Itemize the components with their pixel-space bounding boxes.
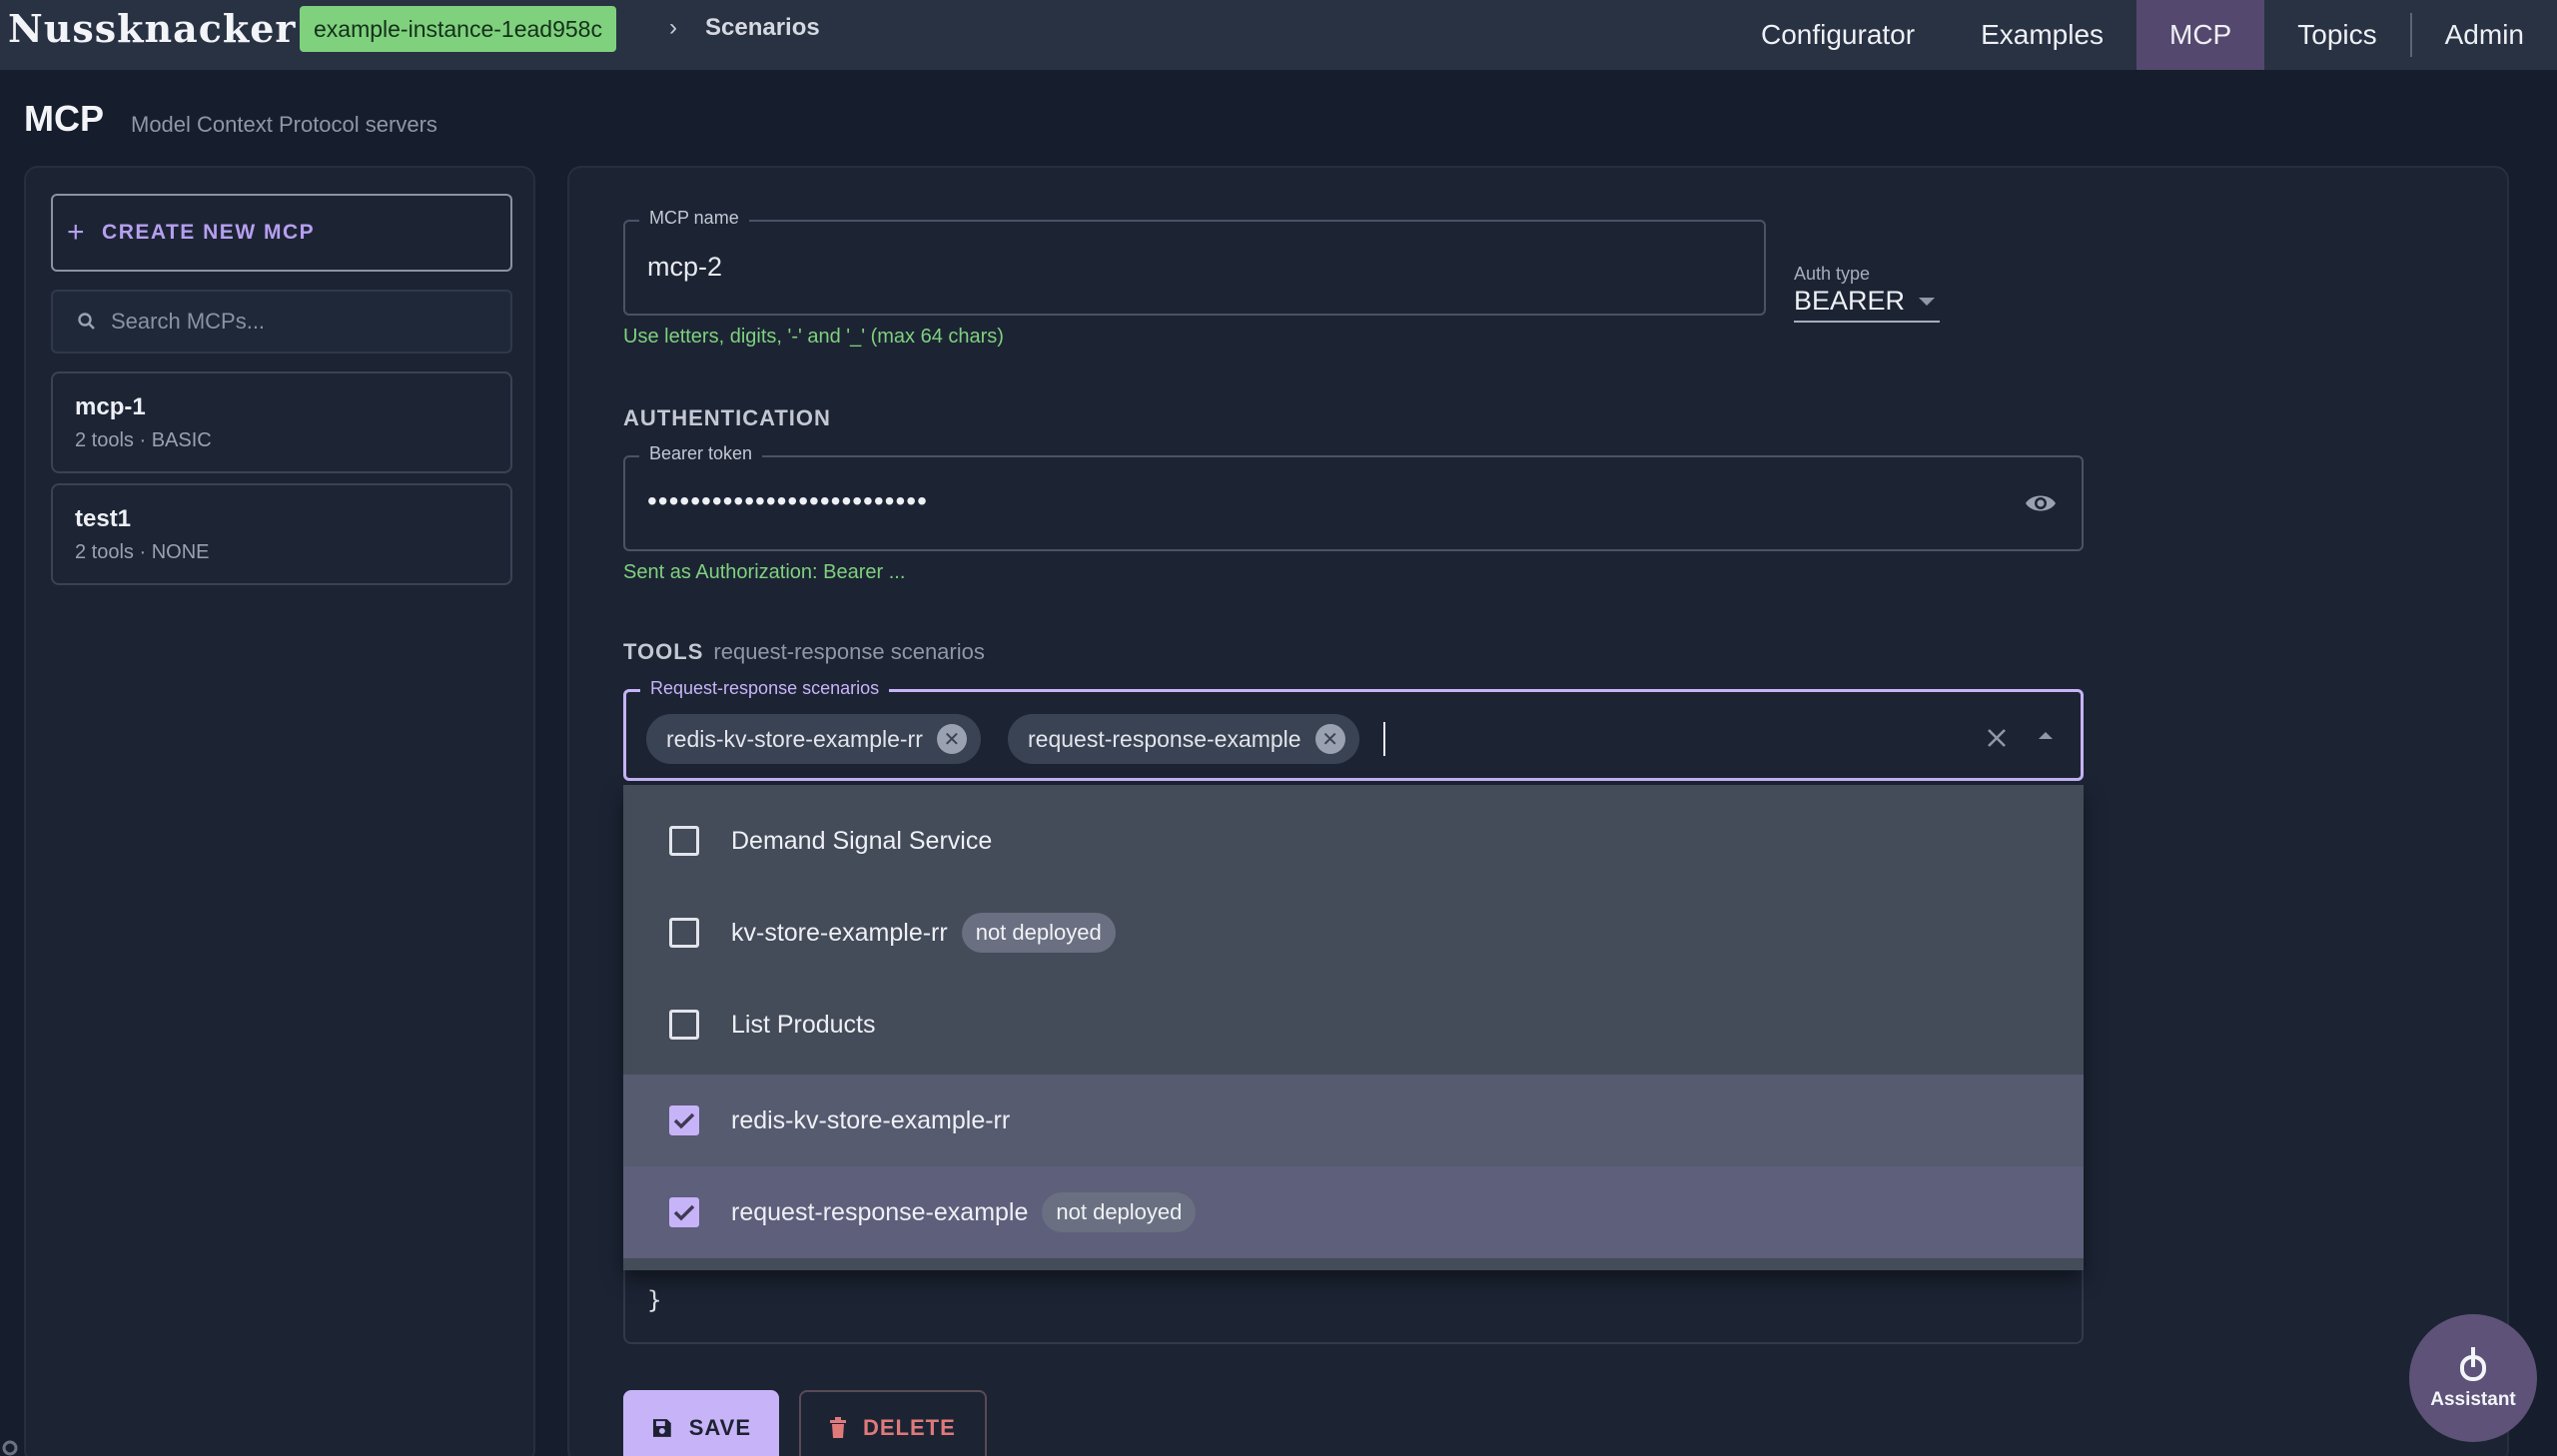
page-title: MCP xyxy=(24,98,104,139)
mcp-list-item[interactable]: mcp-1 2 tools · BASIC xyxy=(51,371,512,473)
checkbox-checked[interactable] xyxy=(669,1105,699,1135)
gear-icon[interactable] xyxy=(2,1434,24,1456)
bearer-token-label: Bearer token xyxy=(639,443,763,464)
tools-heading-label: TOOLS xyxy=(623,639,704,664)
mcp-name-field[interactable]: MCP name mcp-2 xyxy=(623,208,1766,316)
option-item-selected[interactable]: request-response-example not deployed xyxy=(623,1166,2084,1258)
option-label: List Products xyxy=(731,1010,876,1039)
auth-type-value: BEARER xyxy=(1794,286,1906,316)
tools-subheading: request-response scenarios xyxy=(713,639,985,664)
nav-examples[interactable]: Examples xyxy=(1948,0,2136,70)
breadcrumb-separator: › xyxy=(669,14,677,41)
trash-icon xyxy=(830,1417,846,1438)
checkbox[interactable] xyxy=(669,918,699,948)
mcp-name-value: mcp-2 xyxy=(647,252,723,282)
bearer-token-field[interactable]: Bearer token •••••••••••••••••••••••••• xyxy=(623,443,2084,551)
assistant-label: Assistant xyxy=(2430,1389,2516,1410)
auth-type-select[interactable]: BEARER xyxy=(1794,286,1940,323)
checkbox[interactable] xyxy=(669,1010,699,1040)
mcp-item-name: mcp-1 xyxy=(75,393,146,420)
scenarios-autocomplete[interactable]: Request-response scenarios redis-kv-stor… xyxy=(623,678,2084,781)
option-item[interactable]: Demand Signal Service xyxy=(623,795,2084,887)
authentication-heading: AUTHENTICATION xyxy=(623,405,831,430)
option-label: request-response-example xyxy=(731,1197,1029,1226)
assistant-button[interactable]: Assistant xyxy=(2409,1314,2537,1442)
option-item-selected[interactable]: redis-kv-store-example-rr xyxy=(623,1075,2084,1166)
mcp-list-item[interactable]: test1 2 tools · NONE xyxy=(51,483,512,585)
option-label: Demand Signal Service xyxy=(731,826,993,855)
page-subtitle: Model Context Protocol servers xyxy=(131,112,437,137)
scenario-chip-label: redis-kv-store-example-rr xyxy=(666,725,923,752)
text-cursor xyxy=(1383,722,1385,756)
chevron-down-icon xyxy=(1919,297,1936,306)
scenarios-label: Request-response scenarios xyxy=(640,678,890,699)
mcp-item-meta: 2 tools · BASIC xyxy=(75,429,212,451)
mcp-item-meta: 2 tools · NONE xyxy=(75,541,210,563)
app-logo[interactable]: Nussknacker xyxy=(8,6,296,51)
breadcrumb-scenarios[interactable]: Scenarios xyxy=(705,14,820,42)
scenario-chip[interactable]: redis-kv-store-example-rr ✕ xyxy=(646,714,981,764)
close-icon[interactable]: ✕ xyxy=(936,724,967,754)
save-icon xyxy=(652,1419,671,1437)
bearer-token-helper: Sent as Authorization: Bearer ... xyxy=(623,561,906,583)
instance-badge: example-instance-1ead958c xyxy=(300,6,616,52)
delete-button[interactable]: DELETE xyxy=(799,1390,987,1456)
option-label: kv-store-example-rr xyxy=(731,918,948,947)
scenario-chip-label: request-response-example xyxy=(1028,725,1301,752)
mcp-name-helper: Use letters, digits, '-' and '_' (max 64… xyxy=(623,326,1004,348)
create-new-mcp-button[interactable]: + CREATE NEW MCP xyxy=(51,194,512,272)
close-icon[interactable]: ✕ xyxy=(1314,724,1345,754)
scenario-chip[interactable]: request-response-example ✕ xyxy=(1008,714,1359,764)
not-deployed-badge: not deployed xyxy=(961,913,1116,953)
tools-heading: TOOLS request-response scenarios xyxy=(623,639,985,665)
bearer-token-value: •••••••••••••••••••••••••• xyxy=(647,485,928,516)
option-label: redis-kv-store-example-rr xyxy=(731,1105,1011,1134)
create-new-mcp-label: CREATE NEW MCP xyxy=(102,221,316,244)
search-input[interactable] xyxy=(111,309,490,335)
nav-topics[interactable]: Topics xyxy=(2264,0,2409,70)
search-box xyxy=(51,290,512,354)
mcp-name-label: MCP name xyxy=(639,208,749,229)
config-preview: } xyxy=(623,1258,2084,1344)
checkbox[interactable] xyxy=(669,826,699,856)
mcp-sidebar: + CREATE NEW MCP mcp-1 2 tools · BASIC t… xyxy=(24,166,535,1456)
search-icon xyxy=(78,313,95,330)
plus-icon: + xyxy=(67,216,87,249)
nav-configurator[interactable]: Configurator xyxy=(1728,0,1948,70)
top-bar: Nussknacker example-instance-1ead958c › … xyxy=(0,0,2557,70)
save-label: SAVE xyxy=(688,1415,751,1440)
check-icon xyxy=(673,1204,695,1221)
clear-icon[interactable] xyxy=(1985,726,2009,750)
eye-icon[interactable] xyxy=(2024,491,2058,515)
scenario-options-list: Demand Signal Service kv-store-example-r… xyxy=(623,785,2084,1270)
main-nav: Configurator Examples MCP Topics Admin xyxy=(1728,0,2557,70)
delete-label: DELETE xyxy=(863,1415,956,1440)
option-item[interactable]: kv-store-example-rr not deployed xyxy=(623,887,2084,979)
chevron-up-icon[interactable] xyxy=(2037,730,2055,742)
save-button[interactable]: SAVE xyxy=(623,1390,779,1456)
check-icon xyxy=(673,1112,695,1129)
checkbox-checked[interactable] xyxy=(669,1197,699,1227)
auth-type-label: Auth type xyxy=(1794,264,1871,284)
nav-mcp[interactable]: MCP xyxy=(2136,0,2265,70)
option-item[interactable]: List Products xyxy=(623,979,2084,1071)
not-deployed-badge: not deployed xyxy=(1042,1192,1197,1232)
code-brace: } xyxy=(647,1286,662,1314)
nav-admin[interactable]: Admin xyxy=(2412,0,2557,70)
assistant-icon xyxy=(2460,1347,2486,1381)
mcp-item-name: test1 xyxy=(75,505,132,532)
